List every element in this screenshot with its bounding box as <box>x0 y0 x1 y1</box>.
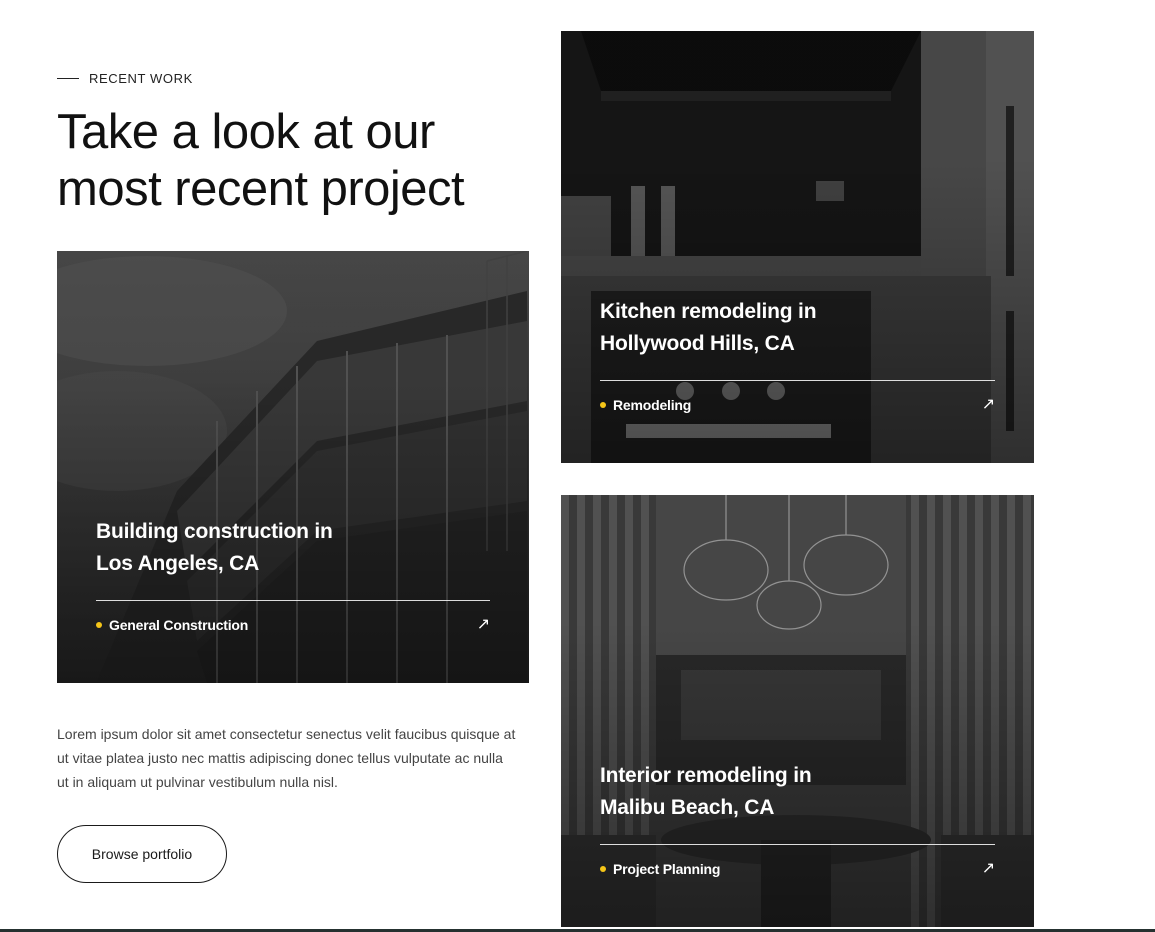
project-title: Kitchen remodeling in Hollywood Hills, C… <box>600 296 995 360</box>
category-dot-icon <box>600 402 606 408</box>
eyebrow-line <box>57 78 79 79</box>
eyebrow-label: RECENT WORK <box>89 71 193 86</box>
project-category-label: Remodeling <box>613 397 692 413</box>
arrow-up-right-icon[interactable]: ↗ <box>982 861 995 877</box>
arrow-up-right-icon[interactable]: ↗ <box>982 397 995 413</box>
project-title-line: Interior remodeling in <box>600 764 812 787</box>
section-eyebrow: RECENT WORK <box>57 71 193 86</box>
project-title-line: Malibu Beach, CA <box>600 796 775 819</box>
project-title-line: Los Angeles, CA <box>96 552 260 575</box>
project-category: General Construction <box>96 617 248 633</box>
section-headline: Take a look at our most recent project <box>57 105 465 216</box>
project-category-label: Project Planning <box>613 861 721 877</box>
project-info: Kitchen remodeling in Hollywood Hills, C… <box>600 296 995 413</box>
project-category-label: General Construction <box>109 617 249 633</box>
arrow-up-right-icon[interactable]: ↗ <box>477 617 490 633</box>
project-title: Building construction in Los Angeles, CA <box>96 516 490 580</box>
project-title-line: Building construction in <box>96 520 333 543</box>
project-info: Interior remodeling in Malibu Beach, CA … <box>600 760 995 877</box>
project-divider <box>600 380 995 381</box>
category-dot-icon <box>96 622 102 628</box>
project-card-interior[interactable]: Interior remodeling in Malibu Beach, CA … <box>561 495 1034 927</box>
project-category: Project Planning <box>600 861 720 877</box>
project-title-line: Kitchen remodeling in <box>600 300 817 323</box>
section-description: Lorem ipsum dolor sit amet consectetur s… <box>57 726 516 790</box>
project-title-line: Hollywood Hills, CA <box>600 332 795 355</box>
project-meta: General Construction ↗ <box>96 617 490 633</box>
project-category: Remodeling <box>600 397 691 413</box>
project-card-building[interactable]: Building construction in Los Angeles, CA… <box>57 251 529 683</box>
project-card-kitchen[interactable]: Kitchen remodeling in Hollywood Hills, C… <box>561 31 1034 463</box>
project-title: Interior remodeling in Malibu Beach, CA <box>600 760 995 824</box>
project-meta: Remodeling ↗ <box>600 397 995 413</box>
project-info: Building construction in Los Angeles, CA… <box>96 516 490 633</box>
browse-portfolio-button[interactable]: Browse portfolio <box>57 825 227 883</box>
project-meta: Project Planning ↗ <box>600 861 995 877</box>
project-divider <box>600 844 995 845</box>
project-divider <box>96 600 490 601</box>
category-dot-icon <box>600 866 606 872</box>
